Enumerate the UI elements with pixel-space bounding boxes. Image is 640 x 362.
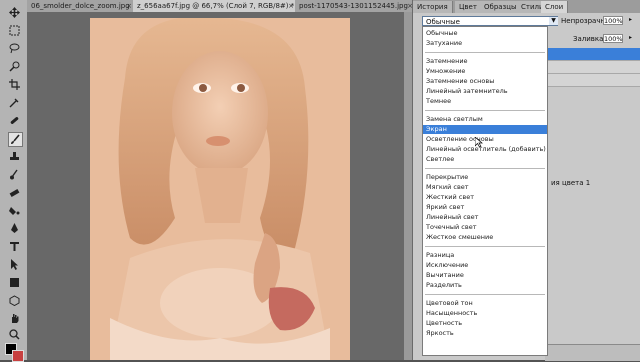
- brush-tool-icon[interactable]: [8, 132, 23, 147]
- blend-option[interactable]: Исключение: [423, 261, 547, 270]
- background-color-swatch[interactable]: [12, 350, 24, 362]
- document-tab-label: z_656aa67f.jpg @ 66,7% (Слой 7, RGB/8#) …: [137, 2, 295, 10]
- document-tab-active[interactable]: z_656aa67f.jpg @ 66,7% (Слой 7, RGB/8#) …: [133, 0, 298, 12]
- blend-option[interactable]: Перекрытие: [423, 173, 547, 182]
- hand-tool-icon[interactable]: [8, 312, 21, 325]
- tab-color[interactable]: Цвет: [455, 1, 482, 13]
- blend-option[interactable]: Жесткий свет: [423, 193, 547, 202]
- canvas-area[interactable]: [27, 12, 412, 360]
- blend-option[interactable]: Насыщенность: [423, 309, 547, 318]
- layer-name: ия цвета 1: [551, 179, 591, 187]
- pen-tool-icon[interactable]: [8, 222, 21, 235]
- blend-option[interactable]: Линейный осветлитель (добавить): [423, 145, 547, 154]
- tab-swatches[interactable]: Образцы: [480, 1, 522, 13]
- document-tab-label: post-1170543-1301152445.jpg: [299, 2, 408, 10]
- blend-option[interactable]: Затемнение основы: [423, 77, 547, 86]
- zoom-tool-icon[interactable]: [8, 328, 21, 341]
- blend-option[interactable]: Разделить: [423, 281, 547, 290]
- tab-layers[interactable]: Слои: [541, 1, 569, 13]
- path-selection-tool-icon[interactable]: [8, 258, 21, 271]
- blend-option[interactable]: Цветность: [423, 319, 547, 328]
- layer-row-selected[interactable]: [545, 48, 640, 61]
- layer-row[interactable]: [545, 74, 640, 87]
- chevron-down-icon[interactable]: ▼: [549, 17, 558, 25]
- blend-option[interactable]: Затемнение: [423, 57, 547, 66]
- opacity-slider-icon[interactable]: ▸: [629, 16, 632, 23]
- close-icon[interactable]: ×: [288, 0, 294, 12]
- vertical-scrollbar[interactable]: [404, 12, 412, 360]
- blend-option[interactable]: Экран: [423, 125, 547, 134]
- fill-slider-icon[interactable]: ▸: [629, 34, 632, 41]
- blend-option[interactable]: Линейный затемнитель: [423, 87, 547, 96]
- blend-option[interactable]: Жесткое смешение: [423, 233, 547, 242]
- blend-option[interactable]: Линейный свет: [423, 213, 547, 222]
- blend-mode-select[interactable]: Обычные: [422, 16, 558, 26]
- panel-tab-bar: История Цвет Образцы Стили Слои: [413, 0, 640, 13]
- layer-row[interactable]: [545, 61, 640, 74]
- history-brush-tool-icon[interactable]: [8, 168, 21, 181]
- blend-option[interactable]: Точечный свет: [423, 223, 547, 232]
- layers-footer: [545, 344, 640, 361]
- eraser-tool-icon[interactable]: [8, 186, 21, 199]
- blend-option[interactable]: Яркий свет: [423, 203, 547, 212]
- quick-selection-tool-icon[interactable]: [8, 60, 21, 73]
- clone-stamp-tool-icon[interactable]: [8, 150, 21, 163]
- blend-option[interactable]: Яркость: [423, 329, 547, 338]
- eyedropper-tool-icon[interactable]: [8, 96, 21, 109]
- fill-label: Заливка:: [573, 35, 606, 43]
- blend-option[interactable]: Разница: [423, 251, 547, 260]
- opacity-field[interactable]: 100%: [603, 16, 623, 25]
- blend-option[interactable]: Темнее: [423, 97, 547, 106]
- blend-option[interactable]: Замена светлым: [423, 115, 547, 124]
- blend-option[interactable]: Осветление основы: [423, 135, 547, 144]
- document-tab-bar: 06_smolder_dolce_zoom.jpg × z_656aa67f.jp…: [27, 0, 417, 12]
- blend-option[interactable]: Мягкий свет: [423, 183, 547, 192]
- document-tab[interactable]: post-1170543-1301152445.jpg ×: [295, 0, 417, 12]
- blend-option[interactable]: Вычитание: [423, 271, 547, 280]
- shape-tool-icon[interactable]: [8, 276, 21, 289]
- type-tool-icon[interactable]: [8, 240, 21, 253]
- blend-option[interactable]: Умножение: [423, 67, 547, 76]
- blend-option[interactable]: Обычные: [423, 29, 547, 38]
- healing-brush-tool-icon[interactable]: [8, 114, 21, 127]
- lasso-tool-icon[interactable]: [8, 42, 21, 55]
- document-tab-label: 06_smolder_dolce_zoom.jpg: [31, 2, 130, 10]
- document-tab[interactable]: 06_smolder_dolce_zoom.jpg ×: [27, 0, 136, 12]
- marquee-tool-icon[interactable]: [8, 24, 21, 37]
- move-tool-icon[interactable]: [8, 6, 21, 19]
- dropdown-separator: [425, 246, 545, 247]
- dropdown-separator: [425, 52, 545, 53]
- tools-panel: [0, 0, 28, 362]
- gradient-tool-icon[interactable]: [8, 204, 21, 217]
- blend-option[interactable]: Цветовой тон: [423, 299, 547, 308]
- dropdown-separator: [425, 294, 545, 295]
- dropdown-separator: [425, 110, 545, 111]
- fill-field[interactable]: 100%: [603, 34, 623, 43]
- document-image[interactable]: [90, 18, 350, 360]
- blend-option[interactable]: Светлее: [423, 155, 547, 164]
- close-icon[interactable]: ×: [126, 0, 132, 12]
- dropdown-separator: [425, 168, 545, 169]
- mouse-cursor-icon: [474, 136, 483, 148]
- blend-option[interactable]: Затухание: [423, 39, 547, 48]
- crop-tool-icon[interactable]: [8, 78, 21, 91]
- tab-history[interactable]: История: [413, 1, 453, 13]
- blend-mode-dropdown: Обычные Затухание Затемнение Умножение Затем…: [422, 26, 548, 356]
- 3d-rotate-tool-icon[interactable]: [8, 294, 21, 307]
